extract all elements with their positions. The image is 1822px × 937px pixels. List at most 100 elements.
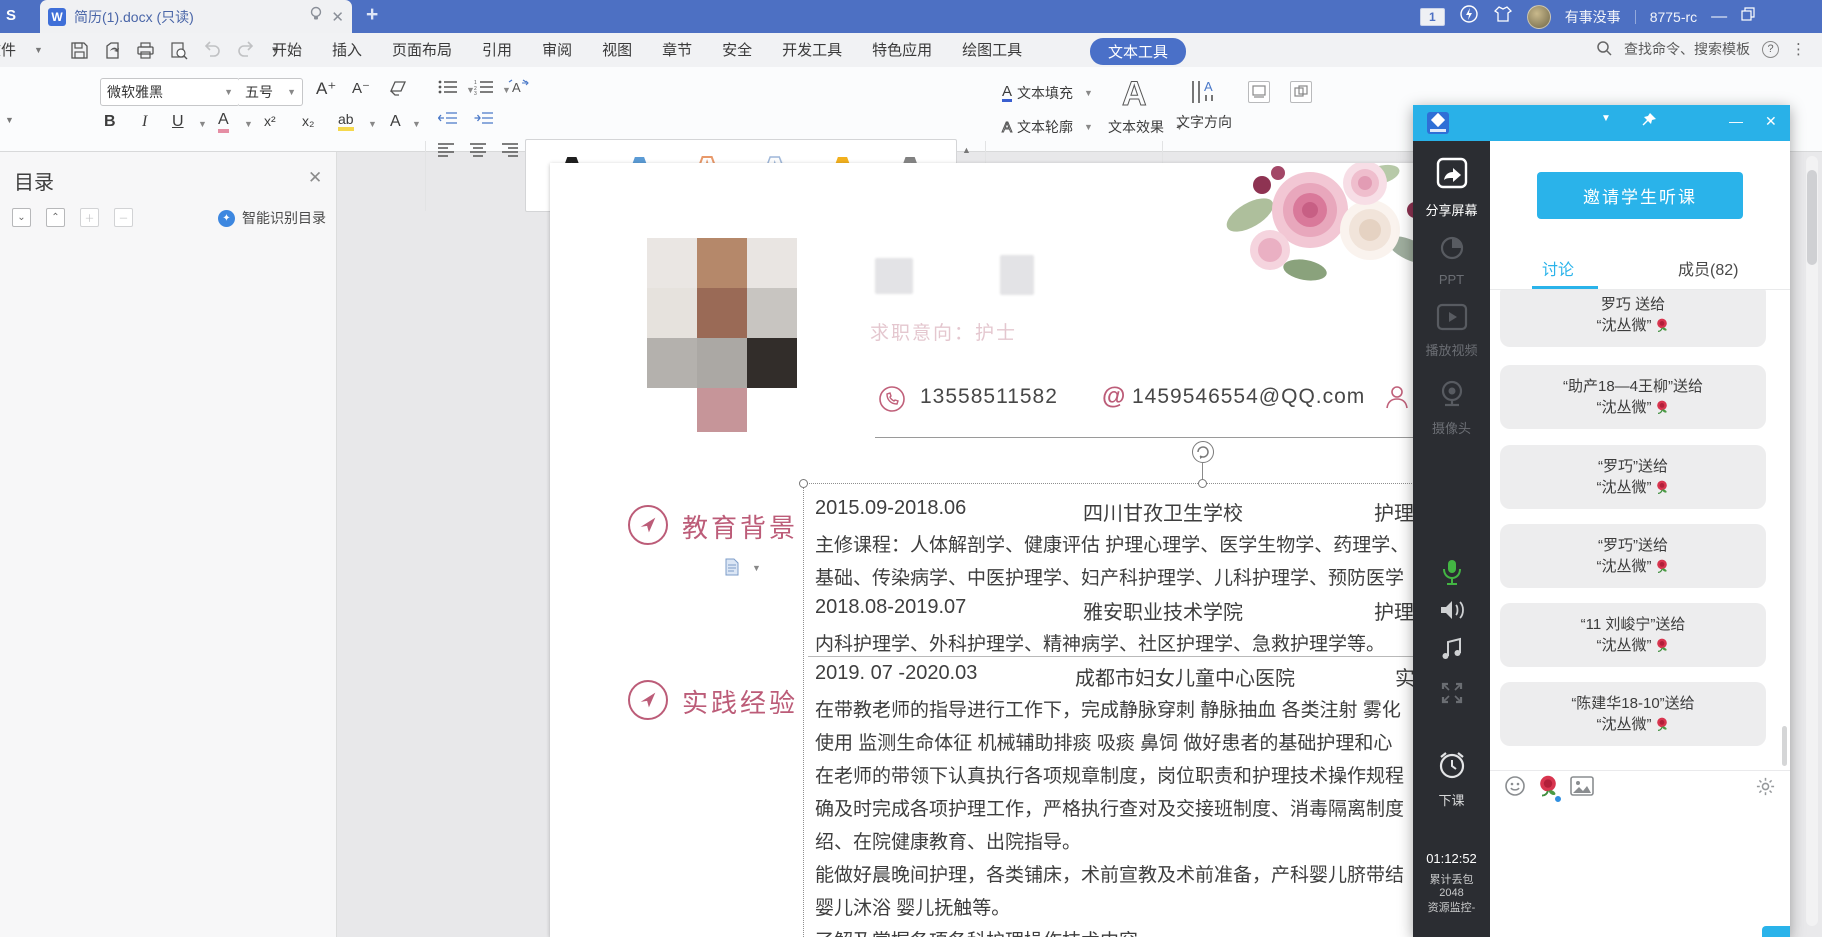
selection-handle-topleft[interactable] (799, 479, 808, 488)
skin-shirt-icon[interactable] (1493, 4, 1513, 29)
more-options-icon[interactable]: ⋮ (1791, 40, 1806, 58)
text-direction-button[interactable]: A 文字方向 (1176, 77, 1232, 132)
font-size-select[interactable]: 五号▼ (239, 78, 303, 106)
menu-home[interactable]: 开始 (272, 39, 302, 60)
toc-zoom-out-icon[interactable]: － (114, 208, 133, 227)
italic-icon[interactable]: I (142, 113, 147, 131)
ppt-button[interactable]: PPT (1413, 233, 1490, 287)
paste-dropdown-fragment-icon[interactable]: ▼ (5, 115, 14, 125)
invite-students-button[interactable]: 邀请学生听课 (1537, 172, 1743, 219)
menu-review[interactable]: 审阅 (542, 39, 572, 60)
chat-input-area[interactable] (1490, 806, 1790, 926)
align-right-icon[interactable] (502, 143, 518, 157)
tab-close-icon[interactable]: ✕ (331, 8, 344, 26)
panel-minimize-icon[interactable]: — (1729, 113, 1743, 129)
toc-collapse-all-icon[interactable]: ⌃ (46, 208, 65, 227)
panel-dropdown-icon[interactable]: ▼ (1601, 113, 1611, 124)
selection-border-left[interactable] (803, 483, 804, 937)
new-tab-button[interactable]: + (366, 3, 378, 27)
wps-logo-fragment[interactable]: S (6, 7, 16, 24)
tab-lightbulb-icon[interactable] (309, 6, 323, 27)
emoji-icon[interactable] (1504, 775, 1526, 802)
print-icon[interactable] (136, 41, 155, 60)
tab-members[interactable]: 成员(82) (1678, 256, 1738, 280)
microphone-button[interactable] (1413, 559, 1490, 590)
font-color-dropdown-icon[interactable]: ▼ (244, 119, 253, 129)
energy-icon[interactable] (1459, 4, 1479, 29)
share-screen-button[interactable]: 分享屏幕 (1413, 155, 1490, 219)
align-center-icon[interactable] (470, 143, 486, 157)
send-button[interactable] (1762, 926, 1790, 937)
selection-border-top[interactable] (803, 483, 1440, 484)
object-anchor-dropdown-icon[interactable]: ▼ (752, 563, 761, 573)
document-scrollbar-thumb[interactable] (1807, 170, 1817, 265)
toc-expand-all-icon[interactable]: ⌄ (12, 208, 31, 227)
menu-view[interactable]: 视图 (602, 39, 632, 60)
tab-text-tools-active[interactable]: 文本工具 (1090, 38, 1186, 65)
user-name[interactable]: 有事没事 (1565, 7, 1621, 27)
clear-format-icon[interactable] (388, 79, 408, 97)
chat-settings-gear-icon[interactable] (1755, 776, 1776, 802)
fullscreen-button[interactable] (1413, 681, 1490, 710)
chat-message-list[interactable]: 罗巧 送给 “沈丛微” “助产18—4王柳”送给 “沈丛微” “罗巧”送给 “沈… (1490, 290, 1790, 770)
send-image-icon[interactable] (1570, 776, 1594, 801)
music-button[interactable] (1413, 637, 1490, 666)
document-scrollbar-track[interactable] (1806, 156, 1818, 926)
window-minimize-icon[interactable]: — (1711, 8, 1727, 26)
text-outline-button[interactable]: A 文本轮廓▼ (1002, 117, 1093, 137)
document-tab[interactable]: W 简历(1).docx (只读) ✕ (40, 0, 352, 33)
char-border-icon[interactable]: A (390, 113, 401, 131)
tab-discussion[interactable]: 讨论 (1542, 256, 1574, 280)
highlight-color-icon[interactable]: ab (338, 111, 354, 131)
redo-icon[interactable] (236, 41, 256, 59)
align-left-icon[interactable] (438, 143, 454, 157)
increase-font-icon[interactable]: A⁺ (316, 79, 336, 99)
help-icon[interactable]: ? (1762, 41, 1779, 58)
menu-drawing-tools[interactable]: 绘图工具 (962, 39, 1022, 60)
file-menu-chevron-icon[interactable]: ▼ (34, 45, 43, 55)
window-restore-icon[interactable] (1741, 7, 1757, 26)
play-video-button[interactable]: 播放视频 (1413, 303, 1490, 359)
send-rose-icon[interactable] (1536, 774, 1560, 803)
text-fill-button[interactable]: A 文本填充▼ (1002, 83, 1093, 103)
user-avatar[interactable] (1527, 5, 1551, 29)
toc-zoom-in-icon[interactable]: ＋ (80, 208, 99, 227)
menu-insert[interactable]: 插入 (332, 39, 362, 60)
number-list-icon[interactable]: 123 (474, 79, 494, 95)
toc-close-icon[interactable]: ✕ (308, 168, 322, 188)
selection-handle-topcenter[interactable] (1198, 479, 1207, 488)
decrease-indent-icon[interactable] (438, 111, 458, 127)
font-color-icon[interactable]: A (218, 111, 229, 133)
doc-count-badge[interactable]: 1 (1420, 8, 1445, 26)
text-effect-button[interactable]: 文本效果▼ (1108, 117, 1184, 137)
subscript-icon[interactable]: x₂ (302, 113, 314, 129)
shape-tool-icon-1[interactable] (1248, 81, 1270, 103)
bullet-list-icon[interactable] (438, 79, 458, 95)
rotate-handle[interactable] (1192, 441, 1214, 463)
command-search-input[interactable]: 查找命令、搜索模板 (1624, 39, 1750, 59)
underline-icon[interactable]: U (172, 113, 184, 131)
bold-icon[interactable]: B (104, 113, 116, 131)
menu-references[interactable]: 引用 (482, 39, 512, 60)
underline-dropdown-icon[interactable]: ▼ (198, 119, 207, 129)
increase-indent-icon[interactable] (474, 111, 494, 127)
char-border-dropdown-icon[interactable]: ▼ (412, 119, 421, 129)
end-class-button[interactable]: 下课 (1413, 749, 1490, 809)
menu-page-layout[interactable]: 页面布局 (392, 39, 452, 60)
menu-security[interactable]: 安全 (722, 39, 752, 60)
chat-scrollbar-thumb[interactable] (1782, 726, 1787, 766)
menu-section[interactable]: 章节 (662, 39, 692, 60)
export-icon[interactable] (103, 41, 122, 60)
speaker-button[interactable] (1413, 599, 1490, 626)
font-name-select[interactable]: 微软雅黑▼ (100, 78, 240, 106)
char-scale-icon[interactable]: A (508, 79, 530, 95)
decrease-font-icon[interactable]: A⁻ (352, 79, 370, 97)
panel-pin-icon[interactable] (1641, 112, 1657, 131)
undo-icon[interactable] (202, 41, 222, 59)
highlight-dropdown-icon[interactable]: ▼ (368, 119, 377, 129)
smart-toc-button[interactable]: ✦ 智能识别目录 (218, 208, 326, 228)
save-icon[interactable] (70, 41, 89, 60)
print-preview-icon[interactable] (169, 41, 188, 60)
object-anchor-icon[interactable] (724, 558, 740, 581)
superscript-icon[interactable]: x² (264, 113, 276, 129)
